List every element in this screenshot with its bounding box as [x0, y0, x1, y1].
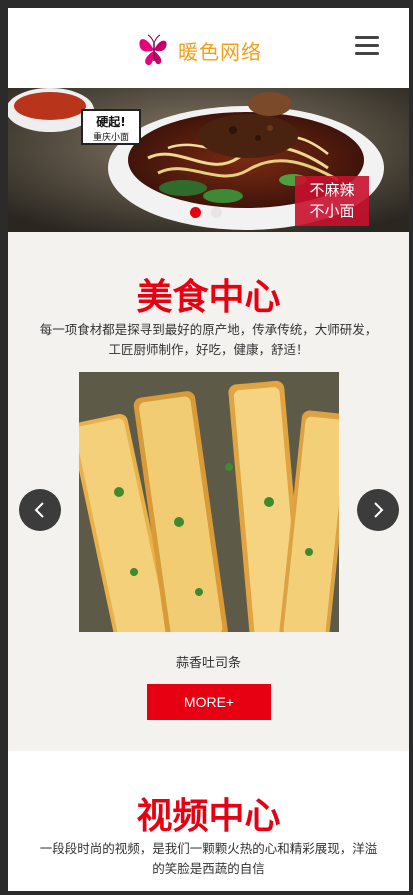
- chevron-left-icon: [34, 502, 44, 518]
- garlic-toast-image: [79, 372, 339, 632]
- banner-dot-1[interactable]: [190, 207, 201, 218]
- carousel-prev-button[interactable]: [19, 489, 61, 531]
- carousel-next-button[interactable]: [357, 489, 399, 531]
- food-item-caption: 蒜香吐司条: [175, 656, 241, 671]
- site-header: 暖色网络: [8, 8, 409, 88]
- banner-stamp-line-1: 不麻辣: [309, 181, 354, 199]
- food-item-image[interactable]: [79, 372, 339, 632]
- chevron-right-icon: [374, 502, 384, 518]
- food-section-description: 每一项食材都是探寻到最好的原产地，传承传统，大师研发，工匠厨师制作，好吃，健康，…: [39, 322, 378, 357]
- video-center-section: 视频中心 一段段时尚的视频，是我们一颗颗火热的心和精彩展现，洋溢的笑脸是西蔬的自…: [8, 751, 409, 891]
- logo[interactable]: 暖色网络: [136, 30, 262, 70]
- butterfly-icon: [139, 34, 167, 66]
- video-section-title: 视频中心: [136, 796, 281, 837]
- banner-dot-2[interactable]: [211, 207, 222, 218]
- hero-banner[interactable]: 硬起! 重庆小面 不麻辣 不小面: [8, 88, 409, 232]
- banner-stamp-line-2: 不小面: [309, 202, 354, 220]
- banner-pagination: [190, 207, 222, 218]
- banner-badge-text-1: 硬起!: [96, 114, 125, 129]
- food-section-title: 美食中心: [136, 277, 281, 318]
- banner-badge-text-2: 重庆小面: [93, 131, 129, 143]
- more-button[interactable]: MORE+: [147, 684, 271, 720]
- page-frame: 暖色网络 硬起! 重庆小面 不麻辣 不小面 美食中心 每一项食材都是探寻到最好的…: [8, 8, 409, 891]
- food-center-section: 美食中心 每一项食材都是探寻到最好的原产地，传承传统，大师研发，工匠厨师制作，好…: [8, 232, 409, 751]
- video-section-description: 一段段时尚的视频，是我们一颗颗火热的心和精彩展现，洋溢的笑脸是西蔬的自信: [39, 841, 378, 876]
- logo-text: 暖色网络: [178, 39, 262, 64]
- hamburger-menu-icon[interactable]: [355, 36, 379, 56]
